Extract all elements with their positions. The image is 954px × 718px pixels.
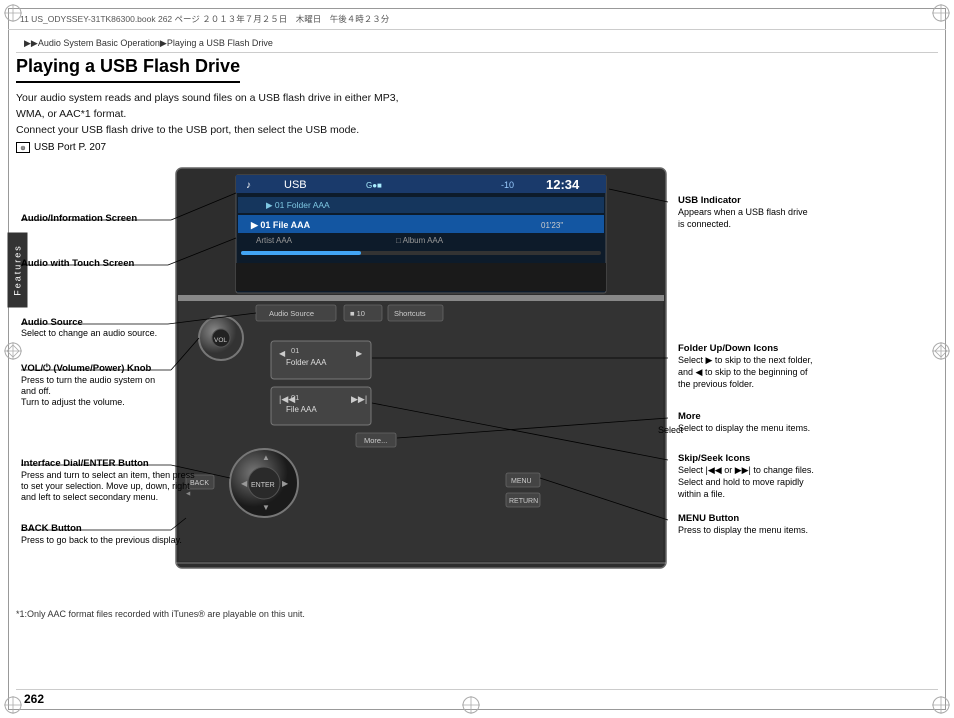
svg-text:Press and turn to select an it: Press and turn to select an item, then p…: [21, 470, 195, 480]
usb-port-ref: ⊕ USB Port P. 207: [16, 142, 938, 153]
svg-text:Skip/Seek Icons: Skip/Seek Icons: [678, 453, 750, 464]
svg-text:Interface Dial/ENTER Button: Interface Dial/ENTER Button: [21, 458, 149, 469]
svg-text:■ 10: ■ 10: [350, 309, 365, 318]
svg-text:Select |◀◀ or ▶▶| to change fi: Select |◀◀ or ▶▶| to change files.: [678, 465, 814, 475]
svg-text:Press to display the menu item: Press to display the menu items.: [678, 525, 808, 535]
svg-text:BACK Button: BACK Button: [21, 523, 82, 534]
svg-text:MENU Button: MENU Button: [678, 513, 739, 524]
intro-text: Your audio system reads and plays sound …: [16, 91, 938, 138]
svg-text:VOL: VOL: [214, 337, 227, 344]
reg-mark-bl: [2, 694, 24, 716]
svg-text:G●■: G●■: [366, 181, 382, 190]
svg-text:▶▶|: ▶▶|: [351, 394, 367, 404]
main-content: Playing a USB Flash Drive Your audio sys…: [16, 56, 938, 688]
svg-text:Press to go back to the previo: Press to go back to the previous display…: [21, 535, 182, 545]
svg-text:01: 01: [291, 393, 299, 402]
svg-text:▶ 01 Folder AAA: ▶ 01 Folder AAA: [266, 200, 330, 210]
page-number: 262: [24, 692, 44, 706]
header-text: 11 US_ODYSSEY-31TK86300.book 262 ページ ２０１…: [20, 13, 389, 25]
svg-text:the previous folder.: the previous folder.: [678, 379, 754, 389]
svg-text:Press to turn the audio system: Press to turn the audio system on: [21, 375, 155, 385]
svg-text:BACK: BACK: [190, 480, 209, 487]
svg-text:Audio with Touch Screen: Audio with Touch Screen: [21, 258, 134, 269]
intro-line-2: WMA, or AAC*1 format.: [16, 108, 126, 120]
svg-text:to set your selection. Move up: to set your selection. Move up, down, ri…: [21, 481, 190, 491]
crosshair-bottom-mid: [460, 694, 482, 716]
svg-text:More: More: [678, 411, 701, 422]
svg-text:Select ▶ to skip to the next f: Select ▶ to skip to the next folder,: [678, 355, 813, 365]
svg-text:File AAA: File AAA: [286, 405, 317, 414]
svg-text:Turn to adjust the volume.: Turn to adjust the volume.: [21, 397, 125, 407]
reg-mark-br: [930, 694, 952, 716]
svg-text:▲: ▲: [262, 453, 270, 462]
svg-text:□ Album AAA: □ Album AAA: [396, 236, 444, 245]
svg-text:Select and hold to move rapidl: Select and hold to move rapidly: [678, 477, 804, 487]
svg-text:Audio Source: Audio Source: [269, 309, 314, 318]
svg-text:More...: More...: [364, 436, 387, 445]
svg-text:01: 01: [291, 346, 299, 355]
svg-text:▶ 01 File AAA: ▶ 01 File AAA: [250, 220, 311, 230]
svg-text:▶: ▶: [282, 479, 289, 488]
svg-text:and off.: and off.: [21, 386, 51, 396]
breadcrumb: ▶▶Audio System Basic Operation▶Playing a…: [24, 38, 273, 49]
svg-text:Folder Up/Down Icons: Folder Up/Down Icons: [678, 343, 778, 354]
svg-text:MENU: MENU: [511, 478, 532, 485]
svg-text:Audio/Information Screen: Audio/Information Screen: [21, 213, 137, 224]
intro-line-3: Connect your USB flash drive to the USB …: [16, 124, 359, 136]
svg-text:and ◀ to skip to the beginning: and ◀ to skip to the beginning of: [678, 367, 808, 377]
usb-port-text: USB Port P. 207: [34, 142, 106, 153]
svg-text:within a file.: within a file.: [677, 489, 725, 499]
usb-port-icon: ⊕: [16, 142, 30, 153]
svg-text:and left to select secondary m: and left to select secondary menu.: [21, 492, 158, 502]
svg-text:▼: ▼: [262, 503, 270, 512]
svg-text:Artist AAA: Artist AAA: [256, 236, 293, 245]
diagram-wrapper: USB ♪ G●■ 12:34 -10 ▶ 01 Folder AAA ▶ 01…: [16, 163, 938, 603]
svg-text:▶: ▶: [356, 349, 363, 358]
svg-text:Audio Source: Audio Source: [21, 317, 83, 328]
svg-text:VOL/⏻ (Volume/Power) Knob: VOL/⏻ (Volume/Power) Knob: [21, 362, 152, 374]
svg-text:Select to display the menu ite: Select to display the menu items.: [678, 423, 810, 433]
header-strip: 11 US_ODYSSEY-31TK86300.book 262 ページ ２０１…: [8, 8, 946, 30]
svg-text:Select to change an audio sour: Select to change an audio source.: [21, 328, 157, 338]
footer-note: *1:Only AAC format files recorded with i…: [16, 609, 938, 619]
svg-text:Appears when a USB flash drive: Appears when a USB flash drive: [678, 207, 808, 217]
svg-text:Folder AAA: Folder AAA: [286, 358, 327, 367]
svg-text:♪: ♪: [246, 180, 251, 191]
svg-text:12:34: 12:34: [546, 177, 580, 192]
svg-text:ENTER: ENTER: [251, 482, 275, 489]
bottom-rule: [16, 689, 938, 690]
svg-text:is connected.: is connected.: [678, 219, 731, 229]
svg-text:Select: Select: [658, 425, 684, 435]
svg-text:◀: ◀: [279, 349, 286, 358]
svg-text:USB Indicator: USB Indicator: [678, 195, 741, 206]
top-rule: [16, 52, 938, 53]
intro-line-1: Your audio system reads and plays sound …: [16, 92, 399, 104]
full-diagram: USB ♪ G●■ 12:34 -10 ▶ 01 Folder AAA ▶ 01…: [16, 163, 836, 598]
svg-text:01'23": 01'23": [541, 221, 563, 230]
svg-text:Shortcuts: Shortcuts: [394, 309, 426, 318]
svg-text:USB: USB: [284, 179, 307, 191]
svg-text:◀: ◀: [241, 479, 248, 488]
svg-text:RETURN: RETURN: [509, 498, 538, 505]
page-title: Playing a USB Flash Drive: [16, 56, 240, 83]
svg-text:-10: -10: [501, 180, 514, 190]
